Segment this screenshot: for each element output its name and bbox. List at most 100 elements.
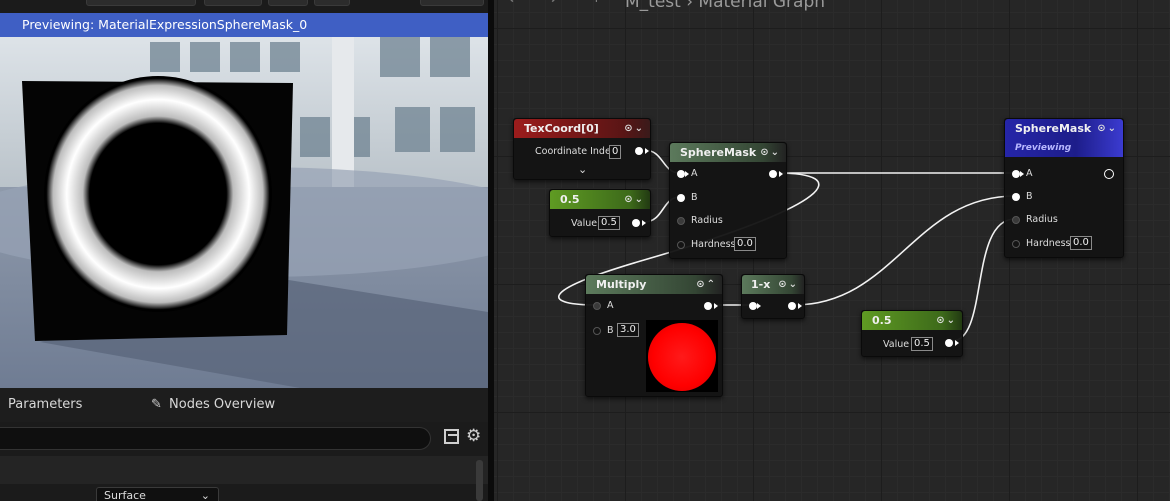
spheremask-2-pin-a[interactable] xyxy=(1012,170,1020,178)
grid-view-icon[interactable] xyxy=(444,429,459,444)
material-domain-select[interactable]: Surface ⌄ xyxy=(96,487,219,501)
spheremask-1-hardness-label: Hardness xyxy=(691,239,736,250)
spheremask-2-a-label: A xyxy=(1026,168,1033,179)
multiply-output-pin[interactable] xyxy=(704,302,712,310)
node-collapse-icon[interactable]: ⊙⌄ xyxy=(1097,119,1118,138)
node-one-minus[interactable]: 1-x ⊙⌄ xyxy=(741,274,805,319)
node-collapse-icon[interactable]: ⊙⌄ xyxy=(624,119,645,138)
node-spheremask-2-header[interactable]: SphereMask ⊙⌄ Previewing xyxy=(1005,119,1123,157)
constant-1-value-field[interactable]: 0.5 xyxy=(598,216,620,230)
node-spheremask-1[interactable]: SphereMask ⊙⌄ A B Radius Hardness 0.0 xyxy=(669,142,787,259)
settings-gear-icon[interactable]: ⚙ xyxy=(466,426,481,446)
material-graph-editor[interactable]: M_test › Material Graph ← → ⑂ TexCoord[0… xyxy=(494,0,1170,501)
fov-button[interactable] xyxy=(268,0,308,6)
spheremask-1-a-label: A xyxy=(691,168,698,179)
chevron-down-icon: ⌄ xyxy=(200,489,210,501)
node-one-minus-header[interactable]: 1-x ⊙⌄ xyxy=(742,275,804,294)
details-search-input[interactable] xyxy=(0,427,431,450)
spheremask-1-pin-b[interactable] xyxy=(677,194,685,202)
node-collapse-icon[interactable]: ⊙⌄ xyxy=(624,190,645,209)
one-minus-input-pin[interactable] xyxy=(749,302,757,310)
spheremask-2-pin-b[interactable] xyxy=(1012,193,1020,201)
node-multiply[interactable]: Multiply ⊙⌃ A B 3.0 xyxy=(585,274,723,397)
constant-2-value-field[interactable]: 0.5 xyxy=(911,337,933,351)
constant-2-output-pin[interactable] xyxy=(945,339,953,347)
spheremask-1-hardness-field[interactable]: 0.0 xyxy=(734,237,756,251)
preview-shapes-toolbar[interactable] xyxy=(420,0,484,6)
pin-arrow-icon xyxy=(955,340,959,346)
pin-arrow-icon xyxy=(1020,171,1024,177)
spheremask-1-pin-radius[interactable] xyxy=(677,217,685,225)
node-constant-2-header[interactable]: 0.5 ⊙⌄ xyxy=(862,311,962,330)
breadcrumb: M_test › Material Graph xyxy=(625,0,826,12)
node-constant-2[interactable]: 0.5 ⊙⌄ Value 0.5 xyxy=(861,310,963,357)
node-texcoord-header[interactable]: TexCoord[0] ⊙⌄ xyxy=(514,119,650,138)
pin-arrow-icon xyxy=(714,303,718,309)
texcoord-output-pin[interactable] xyxy=(635,147,643,155)
tab-parameters[interactable]: Parameters xyxy=(0,388,82,422)
node-multiply-header[interactable]: Multiply ⊙⌃ xyxy=(586,275,722,294)
node-collapse-icon[interactable]: ⊙⌃ xyxy=(696,275,717,294)
tab-nodes-overview-label: Nodes Overview xyxy=(169,397,276,412)
expand-chevron-icon[interactable]: ⌄ xyxy=(578,163,587,176)
spheremask-2-pin-hardness[interactable] xyxy=(1012,240,1020,248)
spheremask-1-pin-hardness[interactable] xyxy=(677,241,685,249)
coordinate-index-label: Coordinate Index xyxy=(535,146,617,157)
pin-arrow-icon xyxy=(757,303,761,309)
details-scrollbar[interactable] xyxy=(476,460,483,501)
details-row-material-domain: Surface ⌄ xyxy=(0,484,488,501)
constant-1-output-pin[interactable] xyxy=(632,219,640,227)
one-minus-output-pin[interactable] xyxy=(788,302,796,310)
multiply-pin-a[interactable] xyxy=(593,302,601,310)
graph-hierarchy-icon: ⑂ xyxy=(592,0,600,6)
spheremask-2-hardness-field[interactable]: 0.0 xyxy=(1070,236,1092,250)
spheremask-2-pin-radius[interactable] xyxy=(1012,216,1020,224)
view-mode-dropdown[interactable] xyxy=(86,0,196,6)
back-arrow-icon[interactable]: ← xyxy=(508,0,523,9)
wire-oneminus-to-result-b xyxy=(793,195,1016,306)
left-panel: Previewing: MaterialExpressionSphereMask… xyxy=(0,0,488,501)
node-constant-1-title: 0.5 xyxy=(560,193,580,206)
spheremask-1-b-label: B xyxy=(691,192,698,203)
spheremask-2-hardness-label: Hardness xyxy=(1026,238,1071,249)
multiply-pin-b[interactable] xyxy=(593,327,601,335)
node-collapse-icon[interactable]: ⊙⌄ xyxy=(778,275,799,294)
coordinate-index-field[interactable]: 0 xyxy=(609,145,622,159)
multiply-b-label: B xyxy=(607,325,614,336)
material-domain-value: Surface xyxy=(104,489,146,501)
tab-nodes-overview[interactable]: ✎ Nodes Overview xyxy=(151,388,275,422)
spheremask-1-pin-a[interactable] xyxy=(677,170,685,178)
node-spheremask-1-header[interactable]: SphereMask ⊙⌄ xyxy=(670,143,786,162)
pin-arrow-icon xyxy=(645,148,649,154)
node-constant-1-header[interactable]: 0.5 ⊙⌄ xyxy=(550,190,650,209)
preview-scene xyxy=(0,37,488,388)
spheremask-2-output-pin[interactable] xyxy=(1104,169,1114,179)
node-spheremask-2[interactable]: SphereMask ⊙⌄ Previewing A B Radius Hard… xyxy=(1004,118,1124,258)
multiply-preview-thumbnail xyxy=(646,320,718,392)
pin-arrow-icon xyxy=(798,303,802,309)
bottom-tabs: Parameters ✎ Nodes Overview xyxy=(0,388,488,422)
previewing-label: Previewing xyxy=(1015,143,1072,153)
multiply-b-field[interactable]: 3.0 xyxy=(617,323,639,337)
tab-parameters-label: Parameters xyxy=(8,397,83,412)
spheremask-1-radius-label: Radius xyxy=(691,215,723,226)
node-texcoord-title: TexCoord[0] xyxy=(524,122,599,135)
red-preview-swatch xyxy=(648,323,716,391)
node-constant-2-title: 0.5 xyxy=(872,314,892,327)
node-collapse-icon[interactable]: ⊙⌄ xyxy=(760,143,781,162)
details-search-row: ⚙ xyxy=(0,422,488,456)
node-collapse-icon[interactable]: ⊙⌄ xyxy=(936,311,957,330)
pin-arrow-icon xyxy=(685,171,689,177)
node-texcoord[interactable]: TexCoord[0] ⊙⌄ Coordinate Index 0 ⌄ xyxy=(513,118,651,180)
node-spheremask-1-title: SphereMask xyxy=(680,146,757,159)
node-constant-1[interactable]: 0.5 ⊙⌄ Value 0.5 xyxy=(549,189,651,237)
forward-arrow-icon[interactable]: → xyxy=(542,0,557,9)
details-category-header[interactable] xyxy=(0,456,488,484)
lighting-dropdown[interactable] xyxy=(204,0,262,6)
grid-view-icon-lines xyxy=(448,434,459,436)
zoom-button[interactable] xyxy=(314,0,350,6)
pin-arrow-icon xyxy=(779,171,783,177)
material-preview-viewport[interactable] xyxy=(0,37,488,388)
spheremask-1-output-pin[interactable] xyxy=(769,170,777,178)
constant-2-value-label: Value xyxy=(883,339,910,350)
